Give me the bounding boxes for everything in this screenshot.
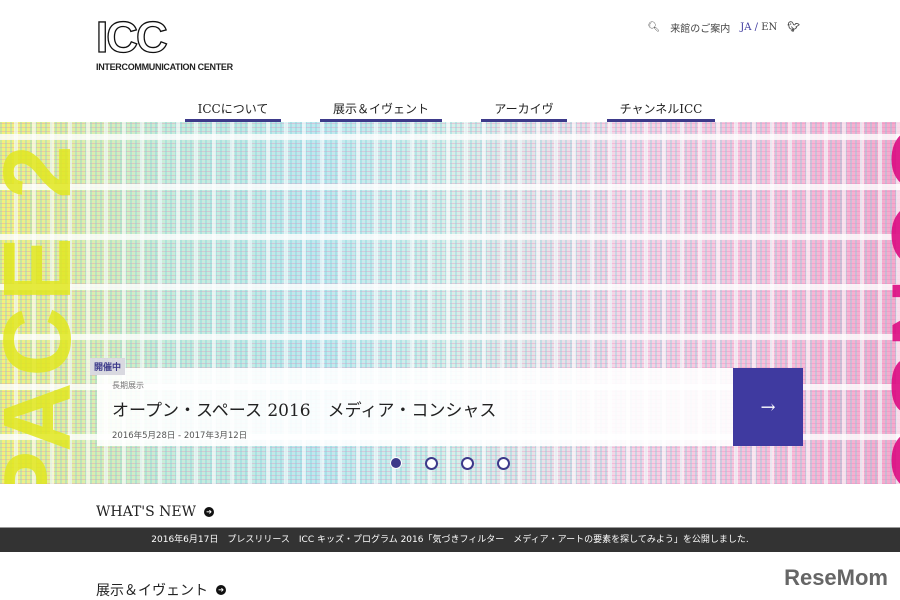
- hero-art-text-left: PACE 2: [0, 139, 91, 484]
- main-nav: ICCについて 展示＆イヴェント アーカイヴ チャンネルICC: [0, 98, 900, 122]
- icc-logo[interactable]: ICC INTERCOMMUNICATION CENTER: [95, 13, 233, 72]
- logo-mark: ICC: [95, 13, 168, 62]
- news-ticker[interactable]: 2016年6月17日 プレスリリース ICC キッズ・プログラム 2016「気づ…: [0, 527, 900, 552]
- event-title[interactable]: オープン・スペース 2016 メディア・コンシャス: [112, 396, 718, 421]
- carousel-dot-3[interactable]: [461, 457, 474, 470]
- logo-subtitle: INTERCOMMUNICATION CENTER: [96, 62, 233, 72]
- carousel-dot-1[interactable]: [390, 457, 402, 469]
- nav-exhibitions[interactable]: 展示＆イヴェント: [320, 98, 442, 122]
- lang-ja[interactable]: JA: [740, 22, 751, 33]
- visit-info-link[interactable]: 来館のご案内: [670, 20, 730, 35]
- whats-new-label: WHAT'S NEW: [96, 504, 197, 520]
- lang-separator: /: [754, 22, 759, 33]
- event-category: 長期展示: [112, 381, 144, 390]
- search-icon[interactable]: 🔍︎: [648, 22, 661, 33]
- nav-channel-icc[interactable]: チャンネルICC: [607, 98, 715, 122]
- event-date: 2016年5月28日 - 2017年3月12日: [112, 431, 248, 441]
- events-label: 展示＆イヴェント: [96, 583, 208, 599]
- whats-new-heading[interactable]: WHAT'S NEW ➜: [96, 504, 215, 520]
- carousel-dots: [390, 457, 510, 470]
- featured-event-card[interactable]: 長期展示 オープン・スペース 2016 メディア・コンシャス 2016年5月28…: [97, 368, 733, 446]
- nav-archive[interactable]: アーカイヴ: [481, 98, 567, 122]
- lang-en[interactable]: EN: [761, 22, 777, 33]
- arrow-right-icon: →: [760, 396, 776, 418]
- event-arrow-button[interactable]: →: [733, 368, 803, 446]
- nav-about[interactable]: ICCについて: [185, 98, 281, 122]
- arrow-circle-icon: ➜: [204, 507, 215, 517]
- twitter-icon[interactable]: 🐦︎: [787, 22, 800, 33]
- watermark-logo: ReseMom: [784, 565, 888, 590]
- utility-nav: 🔍︎ 来館のご案内 JA / EN 🐦︎: [648, 20, 800, 35]
- status-badge: 開催中: [90, 358, 126, 375]
- carousel-dot-4[interactable]: [497, 457, 510, 470]
- carousel-dot-2[interactable]: [425, 457, 438, 470]
- hero-art-text-right: CONSCI: [871, 122, 900, 484]
- events-heading[interactable]: 展示＆イヴェント ➜: [96, 580, 226, 600]
- arrow-circle-icon: ➜: [216, 585, 226, 595]
